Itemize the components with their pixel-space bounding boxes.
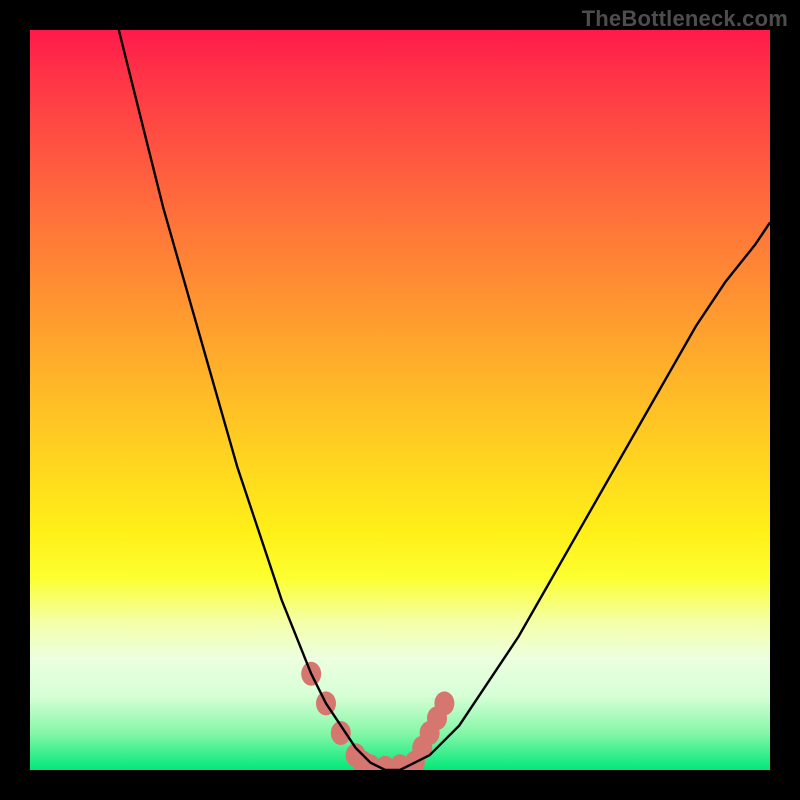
bottleneck-curve-path <box>119 30 770 770</box>
chart-marker <box>434 691 454 715</box>
chart-frame: TheBottleneck.com <box>0 0 800 800</box>
chart-svg <box>30 30 770 770</box>
watermark-text: TheBottleneck.com <box>582 6 788 32</box>
chart-plot-area <box>30 30 770 770</box>
